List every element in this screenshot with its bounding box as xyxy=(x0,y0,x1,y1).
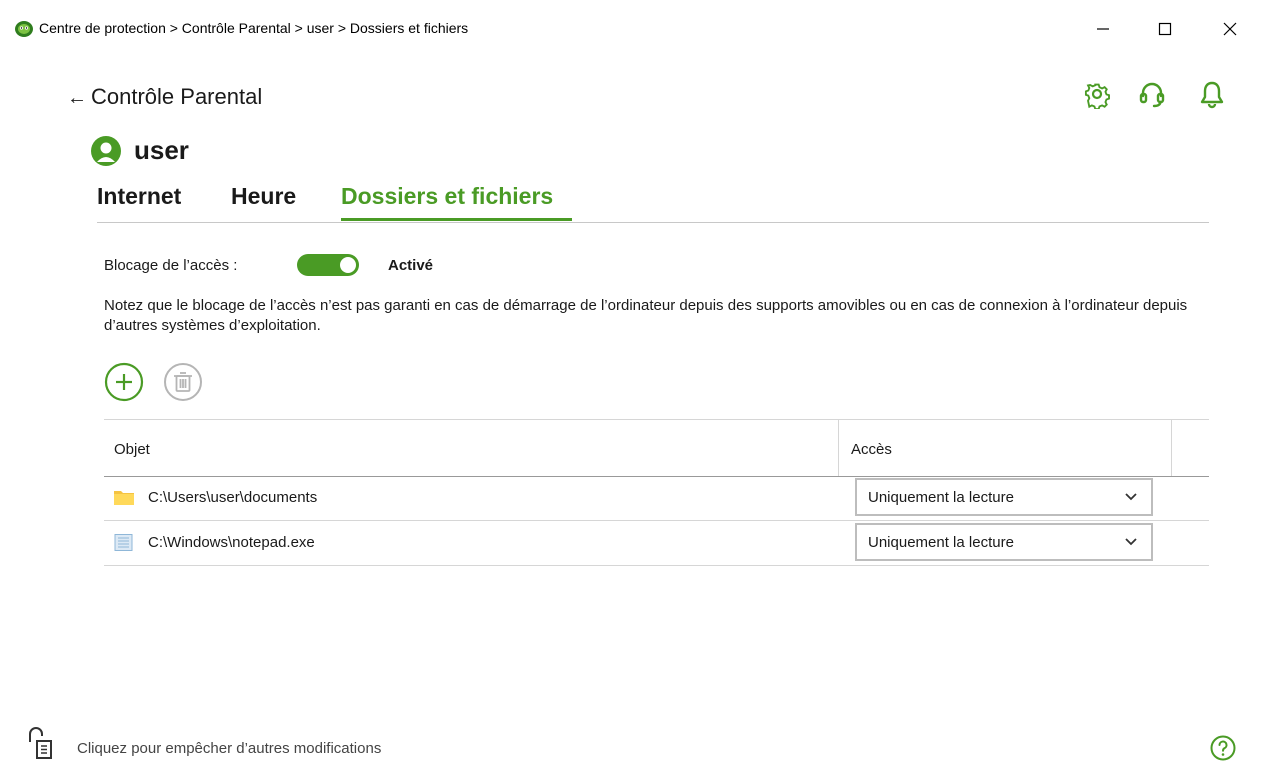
user-name: user xyxy=(134,135,189,165)
column-header-acces[interactable]: Accès xyxy=(851,441,892,458)
toggle-knob xyxy=(340,257,356,273)
access-blocking-label: Blocage de l’accès : xyxy=(104,257,238,274)
lock-settings-link[interactable]: Cliquez pour empêcher d’autres modificat… xyxy=(77,740,381,757)
row-path: C:\Users\user\documents xyxy=(148,489,318,506)
maximize-icon xyxy=(1158,22,1172,36)
window-title: Centre de protection > Contrôle Parental… xyxy=(39,20,469,36)
minimize-button[interactable] xyxy=(1080,14,1126,44)
close-button[interactable] xyxy=(1207,14,1253,44)
column-header-objet[interactable]: Objet xyxy=(114,441,150,458)
column-separator xyxy=(1171,420,1172,476)
back-link-label: Contrôle Parental xyxy=(91,84,263,109)
table-row[interactable]: C:\Users\user\documents Uniquement la le… xyxy=(104,476,1209,521)
active-tab-indicator xyxy=(341,218,572,221)
bell-icon[interactable] xyxy=(1197,79,1227,109)
column-separator xyxy=(838,420,839,476)
file-icon xyxy=(114,534,133,551)
gear-icon[interactable] xyxy=(1082,79,1112,109)
help-icon[interactable] xyxy=(1210,735,1236,761)
chevron-down-icon xyxy=(1125,493,1137,501)
chevron-down-icon xyxy=(1125,538,1137,546)
access-blocking-state: Activé xyxy=(388,257,434,274)
dr-web-spider-logo xyxy=(15,21,33,37)
tab-heure[interactable]: Heure xyxy=(231,183,296,210)
tab-internet[interactable]: Internet xyxy=(97,183,181,210)
title-bar: Centre de protection > Contrôle Parental… xyxy=(0,0,1269,60)
back-link[interactable]: ← Contrôle Parental xyxy=(67,84,262,110)
close-icon xyxy=(1223,22,1237,36)
access-dropdown[interactable]: Uniquement la lecture xyxy=(855,523,1153,561)
folder-icon xyxy=(114,491,134,505)
notice-text: Notez que le blocage de l’accès n’est pa… xyxy=(104,297,1188,334)
user-avatar-icon xyxy=(91,136,121,166)
table-row[interactable]: C:\Windows\notepad.exe Uniquement la lec… xyxy=(104,521,1209,566)
unlocked-padlock-icon[interactable] xyxy=(26,726,62,760)
plus-circle-icon[interactable] xyxy=(104,362,144,402)
headset-icon[interactable] xyxy=(1137,79,1167,109)
table-header: Objet Accès xyxy=(104,419,1209,477)
trash-circle-icon[interactable] xyxy=(163,362,203,402)
maximize-button[interactable] xyxy=(1142,14,1188,44)
back-arrow-icon: ← xyxy=(67,87,87,109)
access-dropdown-value: Uniquement la lecture xyxy=(868,489,1014,506)
minimize-icon xyxy=(1097,28,1109,30)
access-dropdown[interactable]: Uniquement la lecture xyxy=(855,478,1153,516)
access-dropdown-value: Uniquement la lecture xyxy=(868,534,1014,551)
row-path: C:\Windows\notepad.exe xyxy=(148,534,315,551)
tabs-divider xyxy=(97,222,1209,223)
tab-dossiers-et-fichiers[interactable]: Dossiers et fichiers xyxy=(341,183,553,210)
access-blocking-toggle[interactable] xyxy=(297,254,359,276)
